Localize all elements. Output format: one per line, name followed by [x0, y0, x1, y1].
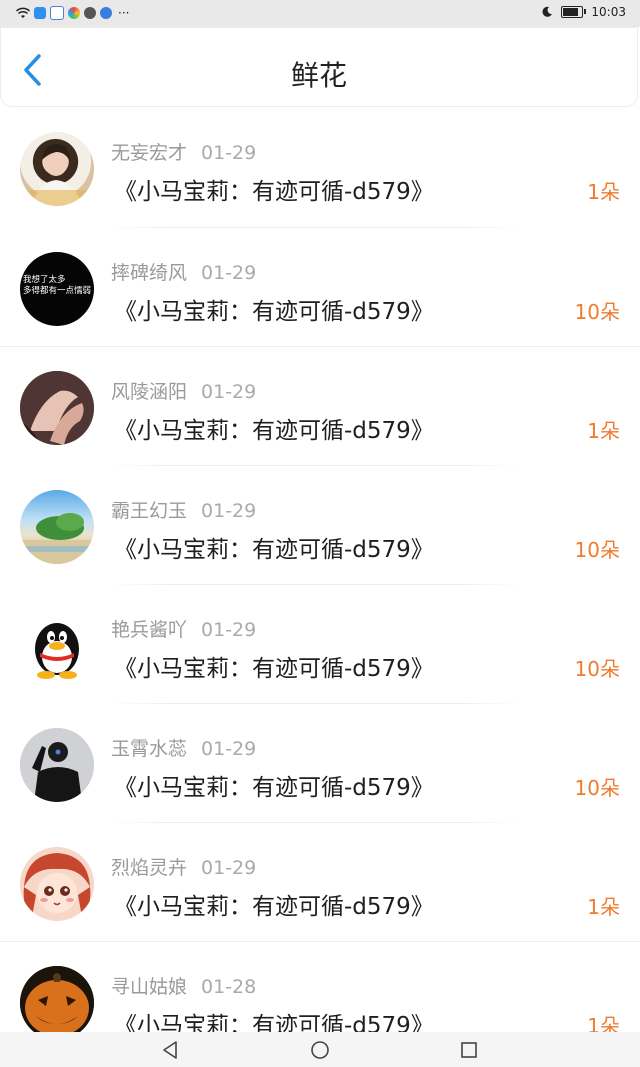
avatar-caption: 我想了太多 — [23, 274, 66, 285]
avatar — [20, 132, 94, 206]
app-icon — [84, 7, 96, 19]
item-meta: 摔碑绮风 01-29 — [111, 258, 256, 285]
item-meta: 风陵涵阳 01-29 — [111, 377, 256, 404]
date: 01-29 — [201, 738, 257, 760]
date: 01-29 — [201, 142, 257, 164]
date: 01-28 — [201, 976, 257, 998]
list-item[interactable]: 霸王幻玉 01-29 《小马宝莉：有迹可循-d579》 10朵 — [0, 466, 640, 585]
item-meta: 霸王幻玉 01-29 — [111, 496, 256, 523]
avatar — [20, 371, 94, 445]
avatar — [20, 966, 94, 1040]
avatar — [20, 609, 94, 683]
date: 01-29 — [201, 857, 257, 879]
book-title: 《小马宝莉：有迹可循-d579》 — [114, 537, 434, 563]
recents-square-icon — [461, 1042, 477, 1058]
moon-icon — [542, 6, 553, 17]
user-name: 摔碑绮风 — [111, 262, 188, 284]
flower-list: 无妄宏才 01-29 《小马宝莉：有迹可循-d579》 1朵 我想了太多 多得都有… — [0, 108, 640, 1061]
user-name: 风陵涵阳 — [111, 381, 188, 403]
flower-amount: 1朵 — [587, 180, 620, 204]
page-title: 鲜花 — [290, 59, 347, 92]
system-home-button[interactable] — [309, 1039, 331, 1061]
book-title: 《小马宝莉：有迹可循-d579》 — [114, 418, 434, 444]
list-item[interactable]: 无妄宏才 01-29 《小马宝莉：有迹可循-d579》 1朵 — [0, 108, 640, 228]
user-name: 无妄宏才 — [111, 142, 188, 164]
book-title: 《小马宝莉：有迹可循-d579》 — [114, 775, 434, 801]
app-icon — [34, 7, 46, 19]
more-notifications: ··· — [118, 6, 130, 20]
date: 01-29 — [201, 381, 257, 403]
home-circle-icon — [311, 1041, 329, 1059]
wifi-icon — [16, 7, 30, 18]
user-name: 艳兵酱吖 — [111, 619, 188, 641]
flower-amount: 1朵 — [587, 895, 620, 919]
avatar: 我想了太多 多得都有一点懦弱 — [20, 252, 94, 326]
system-recents-button[interactable] — [458, 1039, 480, 1061]
header: 鲜花 — [0, 27, 638, 107]
date: 01-29 — [201, 262, 257, 284]
book-title: 《小马宝莉：有迹可循-d579》 — [114, 179, 434, 205]
system-nav-bar — [0, 1032, 640, 1067]
user-name: 玉霄水蕊 — [111, 738, 188, 760]
list-item[interactable]: 烈焰灵卉 01-29 《小马宝莉：有迹可循-d579》 1朵 — [0, 823, 640, 942]
user-name: 烈焰灵卉 — [111, 857, 188, 879]
battery-icon — [561, 6, 587, 18]
back-triangle-icon — [163, 1041, 177, 1059]
status-right: 10:03 — [541, 5, 626, 19]
flower-amount: 10朵 — [574, 300, 620, 324]
app-icon — [50, 6, 64, 20]
status-icons: ··· — [16, 6, 129, 20]
flower-amount: 10朵 — [574, 776, 620, 800]
status-bar: ··· 10:03 — [0, 0, 640, 27]
user-name: 霸王幻玉 — [111, 500, 188, 522]
clock: 10:03 — [591, 5, 626, 19]
avatar-caption: 多得都有一点懦弱 — [23, 285, 91, 296]
date: 01-29 — [201, 619, 257, 641]
app-icon — [68, 7, 80, 19]
flower-amount: 1朵 — [587, 419, 620, 443]
avatar — [20, 728, 94, 802]
date: 01-29 — [201, 500, 257, 522]
app-icon — [100, 7, 112, 19]
item-meta: 艳兵酱吖 01-29 — [111, 615, 256, 642]
user-name: 寻山姑娘 — [111, 976, 188, 998]
item-meta: 寻山姑娘 01-28 — [111, 972, 256, 999]
flower-amount: 10朵 — [574, 538, 620, 562]
book-title: 《小马宝莉：有迹可循-d579》 — [114, 894, 434, 920]
avatar — [20, 490, 94, 564]
avatar — [20, 847, 94, 921]
system-back-button[interactable] — [160, 1039, 182, 1061]
list-item[interactable]: 艳兵酱吖 01-29 《小马宝莉：有迹可循-d579》 10朵 — [0, 585, 640, 704]
list-item[interactable]: 风陵涵阳 01-29 《小马宝莉：有迹可循-d579》 1朵 — [0, 347, 640, 466]
item-meta: 玉霄水蕊 01-29 — [111, 734, 256, 761]
item-meta: 无妄宏才 01-29 — [111, 138, 256, 165]
flower-amount: 10朵 — [574, 657, 620, 681]
item-meta: 烈焰灵卉 01-29 — [111, 853, 256, 880]
book-title: 《小马宝莉：有迹可循-d579》 — [114, 299, 434, 325]
list-item[interactable]: 我想了太多 多得都有一点懦弱 摔碑绮风 01-29 《小马宝莉：有迹可循-d579… — [0, 228, 640, 347]
list-item[interactable]: 玉霄水蕊 01-29 《小马宝莉：有迹可循-d579》 10朵 — [0, 704, 640, 823]
book-title: 《小马宝莉：有迹可循-d579》 — [114, 656, 434, 682]
